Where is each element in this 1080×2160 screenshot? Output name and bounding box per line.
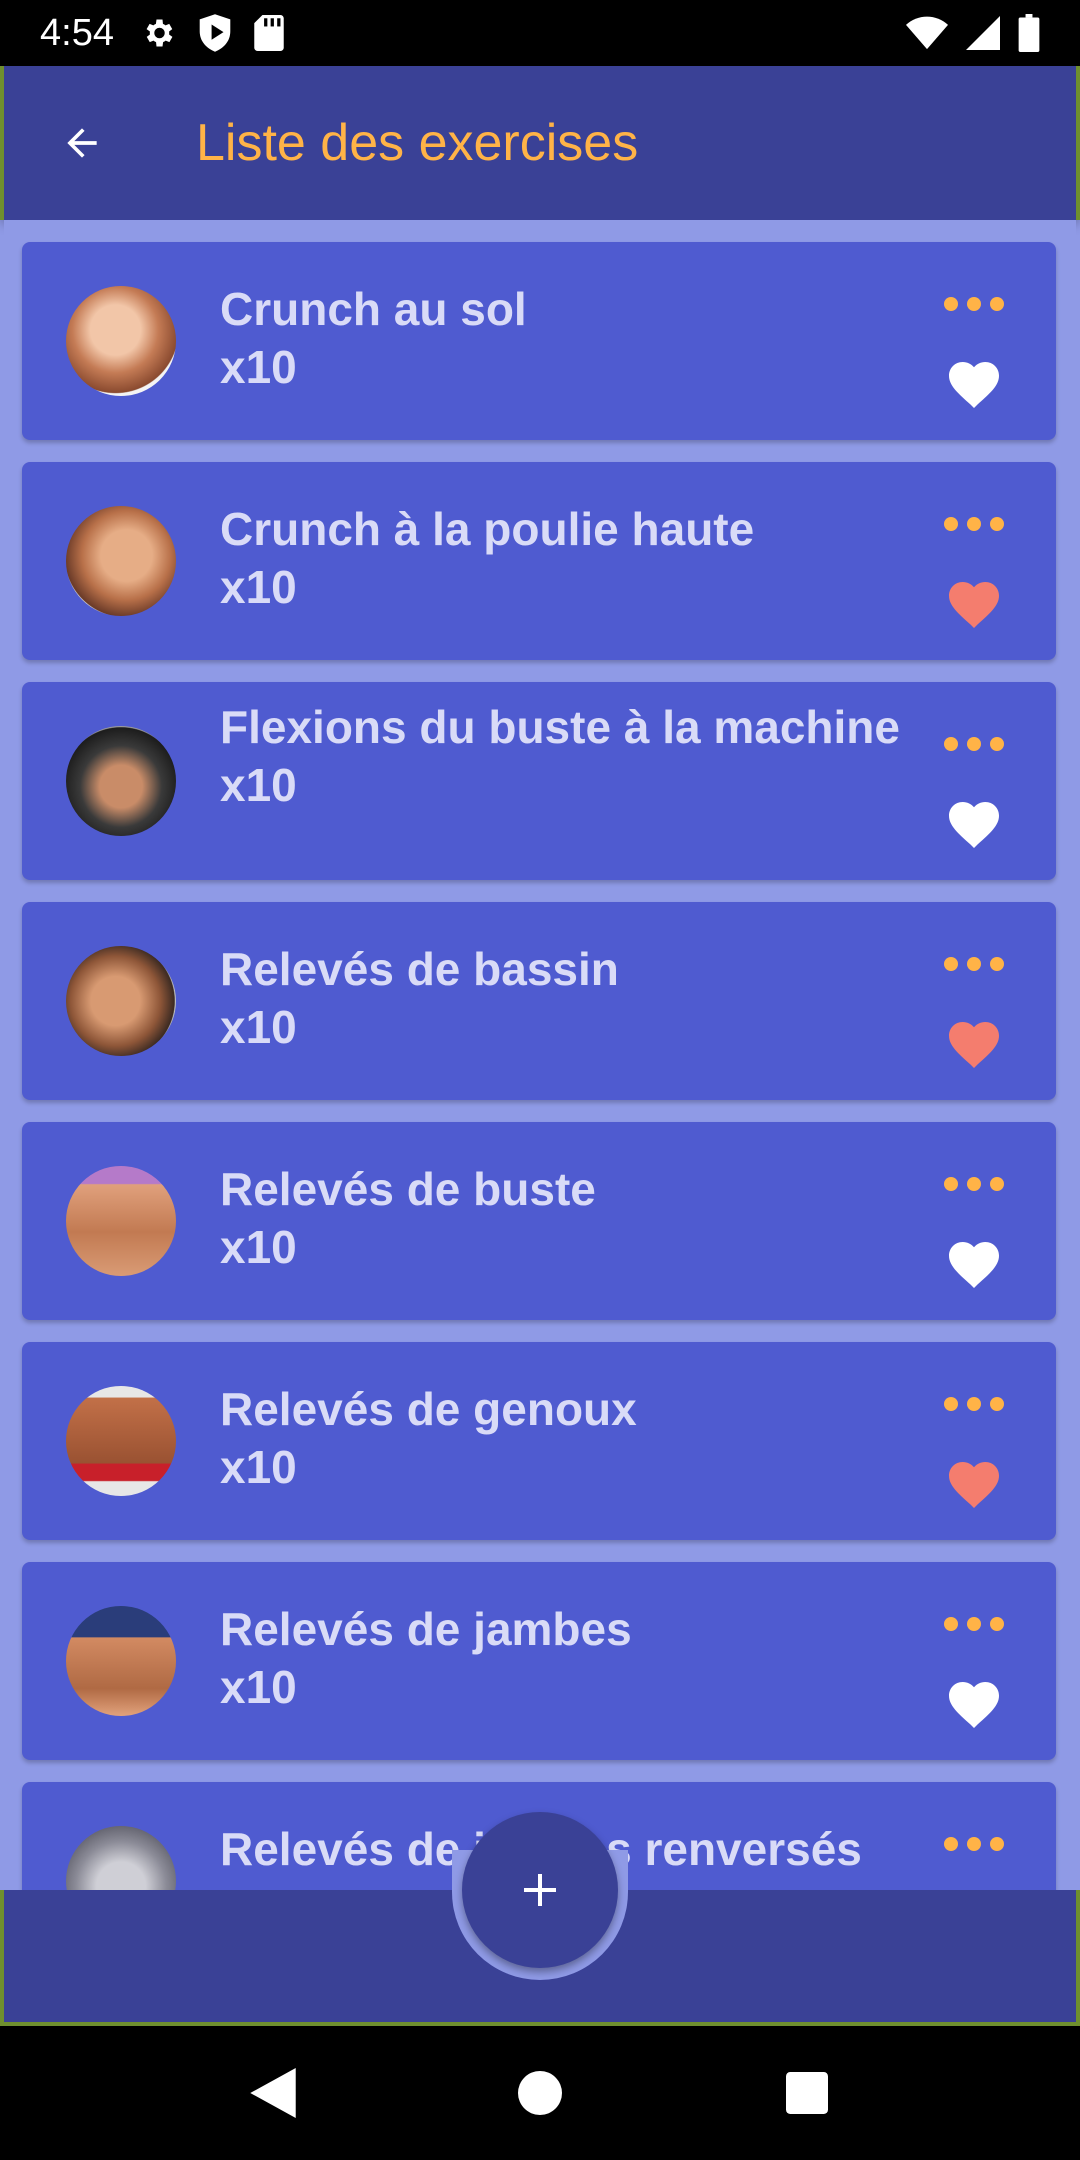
exercise-info: Crunch à la poulie haute x10 [220,500,900,616]
nav-recents-button[interactable] [767,2053,847,2133]
recents-square-icon [785,2072,828,2114]
back-triangle-icon [250,2068,297,2118]
gear-icon [140,15,176,51]
exercise-reps: x10 [220,1661,297,1713]
more-options-icon[interactable] [944,732,1004,756]
heart-icon[interactable] [944,1014,1004,1070]
add-exercise-button[interactable] [462,1812,618,1968]
exercise-card[interactable]: Relevés de genoux x10 [22,1342,1056,1540]
battery-icon [1018,14,1040,52]
system-nav-bar [0,2026,1080,2160]
more-options-icon[interactable] [944,292,1004,316]
more-options-icon[interactable] [944,1832,1004,1856]
exercise-name: Crunch à la poulie haute [220,503,755,555]
heart-icon[interactable] [944,1674,1004,1730]
exercise-info: Relevés de genoux x10 [220,1380,900,1496]
exercise-thumbnail [66,286,176,396]
exercise-thumbnail [66,946,176,1056]
app-bar: Liste des exercises [0,66,1080,220]
exercise-reps: x10 [220,759,297,811]
arrow-left-icon [67,128,97,158]
more-options-icon[interactable] [944,1172,1004,1196]
heart-icon[interactable] [944,354,1004,410]
back-button[interactable] [42,103,122,183]
more-options-icon[interactable] [944,1392,1004,1416]
exercise-card[interactable]: Flexions du buste à la machine x10 [22,682,1056,880]
exercise-thumbnail [66,726,176,836]
page-title: Liste des exercises [196,114,639,172]
exercise-card[interactable]: Relevés de bassin x10 [22,902,1056,1100]
nav-home-button[interactable] [500,2053,580,2133]
wifi-icon [906,16,948,50]
exercise-reps: x10 [220,341,297,393]
heart-icon[interactable] [944,794,1004,850]
exercise-list[interactable]: Crunch au sol x10 Crunch à la poulie hau… [4,220,1076,1890]
status-icons-right [906,14,1040,52]
exercise-thumbnail [66,1606,176,1716]
exercise-info: Relevés de bassin x10 [220,940,900,1056]
exercise-card[interactable]: Crunch au sol x10 [22,242,1056,440]
exercise-info: Flexions du buste à la machine x10 [220,698,900,814]
exercise-thumbnail [66,1166,176,1276]
home-circle-icon [517,2071,562,2115]
exercise-name: Crunch au sol [220,283,527,335]
status-icons-left [140,14,284,52]
status-time: 4:54 [40,11,114,54]
exercise-thumbnail [66,1386,176,1496]
exercise-card[interactable]: Relevés de jambes x10 [22,1562,1056,1760]
more-options-icon[interactable] [944,512,1004,536]
exercise-card[interactable]: Relevés de buste x10 [22,1122,1056,1320]
exercise-reps: x10 [220,561,297,613]
cell-signal-icon [966,16,1000,50]
exercise-name: Relevés de bassin [220,943,619,995]
exercise-name: Relevés de genoux [220,1383,637,1435]
plus-icon [524,1874,556,1906]
shield-play-icon [198,14,232,52]
sd-card-icon [254,15,284,51]
more-options-icon[interactable] [944,1612,1004,1636]
exercise-card[interactable]: Crunch à la poulie haute x10 [22,462,1056,660]
exercise-reps: x10 [220,1221,297,1273]
exercise-info: Relevés de jambes x10 [220,1600,900,1716]
heart-icon[interactable] [944,1454,1004,1510]
more-options-icon[interactable] [944,952,1004,976]
nav-back-button[interactable] [233,2053,313,2133]
heart-icon[interactable] [944,1234,1004,1290]
exercise-reps: x10 [220,1001,297,1053]
exercise-info: Relevés de buste x10 [220,1160,900,1276]
exercise-name: Flexions du buste à la machine [220,701,900,753]
exercise-reps: x10 [220,1441,297,1493]
status-bar: 4:54 [0,0,1080,66]
exercise-info: Crunch au sol x10 [220,280,900,396]
exercise-name: Relevés de buste [220,1163,596,1215]
exercise-name: Relevés de jambes [220,1603,632,1655]
exercise-thumbnail [66,506,176,616]
exercise-thumbnail [66,1826,176,1890]
heart-icon[interactable] [944,574,1004,630]
